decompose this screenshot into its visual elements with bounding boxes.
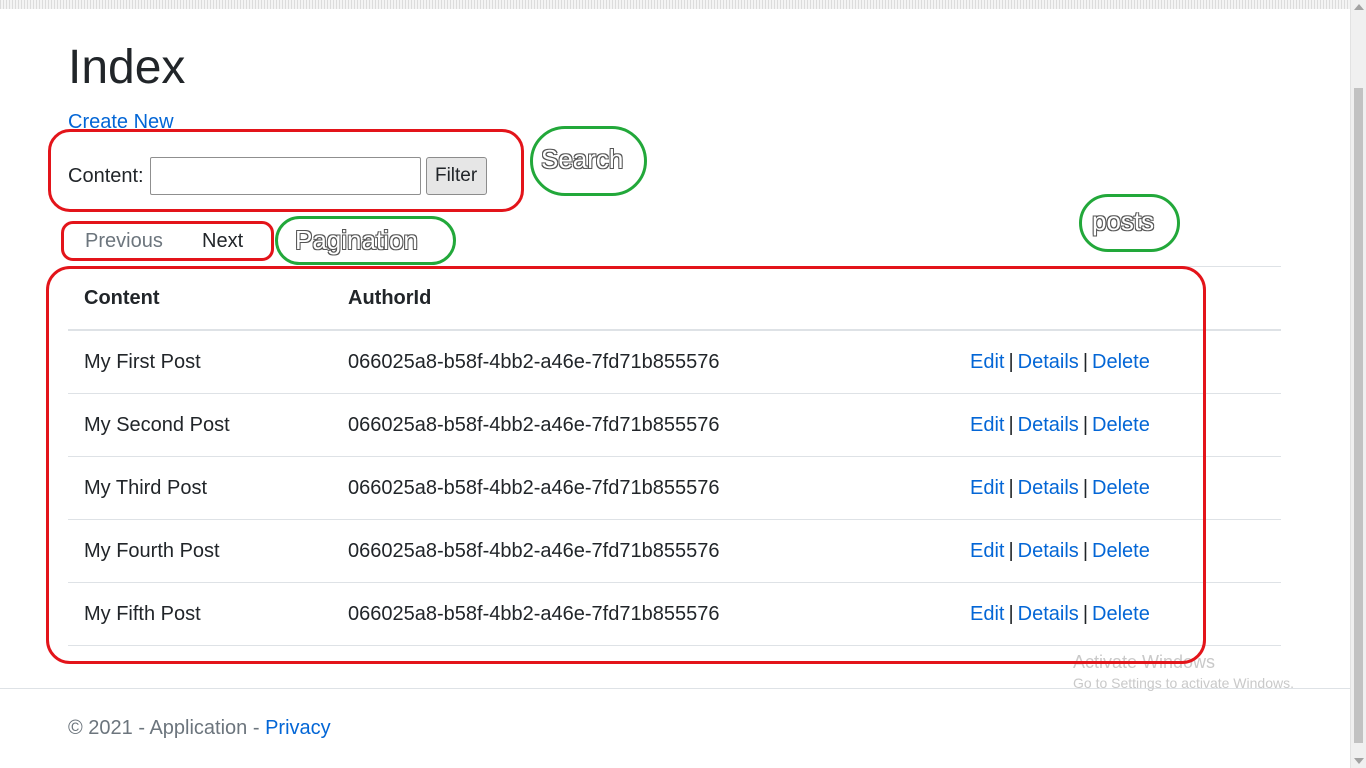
privacy-link[interactable]: Privacy [265, 717, 331, 739]
separator: | [1008, 350, 1014, 373]
column-header-authorid: AuthorId [332, 266, 954, 331]
separator: | [1082, 350, 1089, 373]
post-content-cell: My First Post [68, 330, 332, 394]
search-annotation-label: Search [541, 144, 624, 174]
filter-form: Content: Filter [68, 157, 487, 195]
scroll-up-arrow-icon[interactable] [1354, 4, 1364, 10]
windows-activation-watermark: Activate Windows Go to Settings to activ… [1073, 652, 1294, 691]
footer: © 2021 - Application - Privacy [68, 717, 331, 740]
separator: | [1082, 539, 1089, 562]
watermark-subtitle: Go to Settings to activate Windows. [1073, 675, 1294, 691]
details-link[interactable]: Details [1018, 540, 1079, 562]
post-content-cell: My Third Post [68, 456, 332, 520]
table-header-row: Content AuthorId [68, 266, 1281, 331]
separator: | [1008, 539, 1014, 562]
post-actions-cell: Edit | Details | Delete [954, 330, 1281, 394]
pagination-annotation-label: Pagination [295, 225, 418, 255]
post-actions-cell: Edit | Details | Delete [954, 456, 1281, 520]
separator: | [1082, 413, 1089, 436]
post-actions-cell: Edit | Details | Delete [954, 393, 1281, 457]
delete-link[interactable]: Delete [1092, 477, 1150, 499]
posts-table: Content AuthorId My First Post 066025a8-… [68, 266, 1281, 646]
separator: | [1008, 413, 1014, 436]
table-row: My Fourth Post 066025a8-b58f-4bb2-a46e-7… [68, 519, 1281, 583]
edit-link[interactable]: Edit [970, 603, 1004, 625]
table-row: My Third Post 066025a8-b58f-4bb2-a46e-7f… [68, 456, 1281, 520]
details-link[interactable]: Details [1018, 603, 1079, 625]
content-filter-input[interactable] [149, 157, 421, 195]
next-page-link[interactable]: Next [202, 230, 243, 253]
post-authorid-cell: 066025a8-b58f-4bb2-a46e-7fd71b855576 [332, 519, 954, 583]
post-content-cell: My Second Post [68, 393, 332, 457]
create-new-link[interactable]: Create New [68, 111, 174, 134]
delete-link[interactable]: Delete [1092, 603, 1150, 625]
edit-link[interactable]: Edit [970, 351, 1004, 373]
delete-link[interactable]: Delete [1092, 540, 1150, 562]
page-title: Index [68, 41, 186, 94]
post-actions-cell: Edit | Details | Delete [954, 582, 1281, 646]
post-content-cell: My Fifth Post [68, 582, 332, 646]
details-link[interactable]: Details [1018, 351, 1079, 373]
vertical-scrollbar[interactable] [1350, 0, 1366, 768]
separator: | [1008, 602, 1014, 625]
post-actions-cell: Edit | Details | Delete [954, 519, 1281, 583]
details-link[interactable]: Details [1018, 414, 1079, 436]
pagination: Previous Next [85, 230, 243, 253]
scroll-down-arrow-icon[interactable] [1354, 758, 1364, 764]
separator: | [1082, 476, 1089, 499]
table-row: My First Post 066025a8-b58f-4bb2-a46e-7f… [68, 330, 1281, 394]
previous-page-link[interactable]: Previous [85, 230, 163, 252]
edit-link[interactable]: Edit [970, 414, 1004, 436]
posts-annotation-label: posts [1092, 206, 1155, 236]
column-header-content: Content [68, 266, 332, 331]
post-authorid-cell: 066025a8-b58f-4bb2-a46e-7fd71b855576 [332, 393, 954, 457]
content-filter-label: Content: [68, 164, 144, 187]
post-authorid-cell: 066025a8-b58f-4bb2-a46e-7fd71b855576 [332, 330, 954, 394]
edit-link[interactable]: Edit [970, 540, 1004, 562]
edit-link[interactable]: Edit [970, 477, 1004, 499]
separator: | [1082, 602, 1089, 625]
table-row: My Second Post 066025a8-b58f-4bb2-a46e-7… [68, 393, 1281, 457]
separator: | [1008, 476, 1014, 499]
post-authorid-cell: 066025a8-b58f-4bb2-a46e-7fd71b855576 [332, 456, 954, 520]
footer-copyright: © 2021 - Application - [68, 717, 266, 739]
delete-link[interactable]: Delete [1092, 414, 1150, 436]
delete-link[interactable]: Delete [1092, 351, 1150, 373]
details-link[interactable]: Details [1018, 477, 1079, 499]
column-header-actions [954, 266, 1281, 331]
browser-top-edge [0, 0, 1350, 9]
filter-button[interactable]: Filter [425, 157, 487, 195]
post-content-cell: My Fourth Post [68, 519, 332, 583]
post-authorid-cell: 066025a8-b58f-4bb2-a46e-7fd71b855576 [332, 582, 954, 646]
watermark-title: Activate Windows [1073, 652, 1216, 672]
table-row: My Fifth Post 066025a8-b58f-4bb2-a46e-7f… [68, 582, 1281, 646]
scrollbar-thumb[interactable] [1354, 88, 1363, 743]
